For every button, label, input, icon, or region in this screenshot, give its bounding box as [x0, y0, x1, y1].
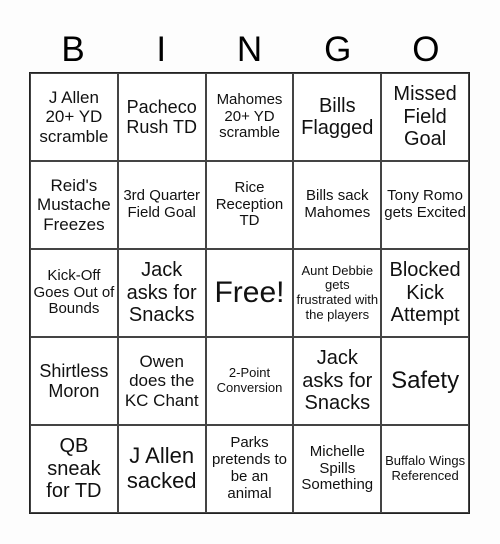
bingo-cell[interactable]: Owen does the KC Chant [117, 337, 206, 425]
bingo-cell[interactable]: Buffalo Wings Referenced [381, 425, 469, 513]
header-letter-b: B [61, 30, 85, 69]
bingo-cell[interactable]: J Allen sacked [117, 425, 206, 513]
header-letter-o: O [412, 30, 440, 69]
bingo-cell[interactable]: Bills Flagged [293, 73, 382, 161]
bingo-board: J Allen 20+ YD scramble Pacheco Rush TD … [29, 72, 470, 514]
bingo-cell[interactable]: Parks pretends to be an animal [205, 425, 294, 513]
bingo-cell[interactable]: J Allen 20+ YD scramble [30, 73, 118, 161]
bingo-cell[interactable]: Jack asks for Snacks [293, 337, 382, 425]
free-space[interactable]: Free! [205, 249, 294, 337]
bingo-cell[interactable]: Michelle Spills Something [293, 425, 382, 513]
bingo-cell[interactable]: Shirtless Moron [30, 337, 118, 425]
bingo-cell[interactable]: Missed Field Goal [381, 73, 469, 161]
bingo-cell[interactable]: Aunt Debbie gets frustrated with the pla… [293, 249, 382, 337]
bingo-cell[interactable]: Pacheco Rush TD [117, 73, 206, 161]
header-letter-g: G [324, 30, 352, 69]
bingo-cell[interactable]: Reid's Mustache Freezes [30, 161, 118, 249]
bingo-cell[interactable]: 3rd Quarter Field Goal [117, 161, 206, 249]
header-letter-i: I [156, 30, 167, 69]
bingo-cell[interactable]: Bills sack Mahomes [293, 161, 382, 249]
bingo-cell[interactable]: Jack asks for Snacks [117, 249, 206, 337]
bingo-cell[interactable]: Mahomes 20+ YD scramble [205, 73, 294, 161]
bingo-cell[interactable]: QB sneak for TD [30, 425, 118, 513]
header-letter-n: N [236, 30, 263, 69]
bingo-cell[interactable]: Kick-Off Goes Out of Bounds [30, 249, 118, 337]
bingo-cell[interactable]: Safety [381, 337, 469, 425]
bingo-cell[interactable]: Blocked Kick Attempt [381, 249, 469, 337]
bingo-cell[interactable]: Tony Romo gets Excited [381, 161, 469, 249]
bingo-cell[interactable]: Rice Reception TD [205, 161, 294, 249]
bingo-header: B I N G O [29, 30, 470, 70]
bingo-cell[interactable]: 2-Point Conversion [205, 337, 294, 425]
